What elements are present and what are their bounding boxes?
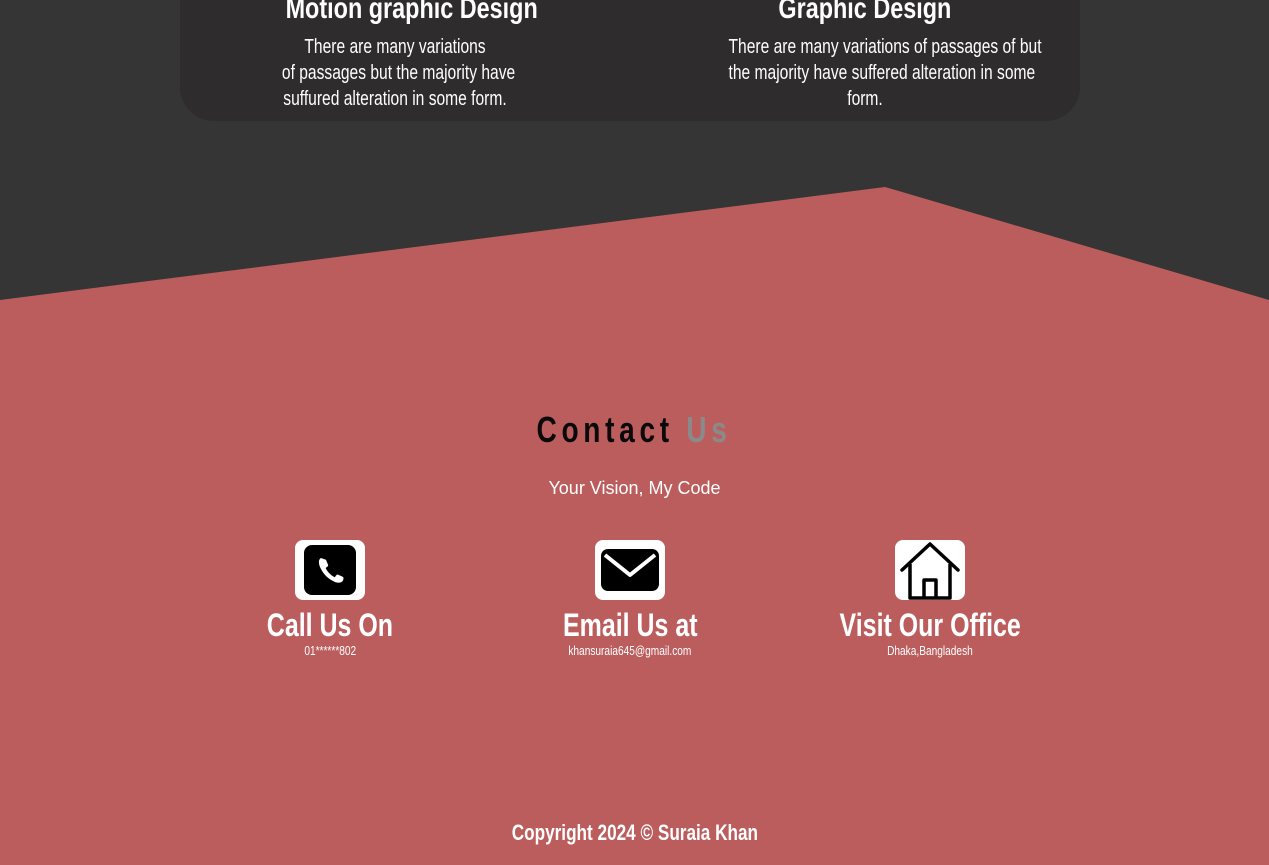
- email-address[interactable]: khansuraia645@gmail.com: [568, 644, 691, 658]
- service-desc-line: the majority have suffered alteration in…: [728, 62, 1036, 84]
- contact-heading-accent: Us: [686, 409, 733, 450]
- card-title-text: Call Us On: [266, 607, 394, 643]
- card-title: Visit Our Office: [810, 606, 1050, 644]
- card-value: 01******802: [210, 644, 450, 658]
- contact-heading: Contact Us: [0, 406, 1269, 454]
- card-value[interactable]: khansuraia645@gmail.com: [510, 644, 750, 658]
- phone-number: 01******802: [304, 643, 356, 658]
- service-desc-line: form.: [847, 88, 883, 110]
- service-desc-line: suffured alteration in some form.: [283, 88, 507, 110]
- services-card: Motion graphic Design There are many var…: [180, 0, 1080, 121]
- phone-icon[interactable]: [295, 540, 365, 600]
- card-value: Dhaka,Bangladesh: [810, 644, 1050, 658]
- office-address: Dhaka,Bangladesh: [887, 643, 973, 658]
- card-title: Email Us at: [510, 606, 750, 644]
- envelope-icon[interactable]: [595, 540, 665, 600]
- service-desc-line: There are many variations of passages of…: [728, 36, 1042, 58]
- card-title: Call Us On: [210, 606, 450, 644]
- contact-heading-main: Contact: [536, 409, 675, 450]
- service-title: Graphic Design: [690, 0, 1040, 26]
- service-title-text: Graphic Design: [778, 0, 952, 25]
- contact-card-phone: Call Us On 01******802: [210, 540, 450, 658]
- contact-background-shape: [0, 187, 1269, 865]
- copyright-text: Copyright 2024 © Suraia Khan: [511, 820, 758, 845]
- service-title: Motion graphic Design: [250, 0, 540, 26]
- service-desc-line: There are many variations: [304, 36, 486, 58]
- contact-card-office: Visit Our Office Dhaka,Bangladesh: [810, 540, 1050, 658]
- service-title-text: Motion graphic Design: [285, 0, 538, 25]
- contact-tagline: Your Vision, My Code: [548, 478, 721, 498]
- service-description: There are many variations of passages of…: [690, 34, 1042, 112]
- contact-card-email: Email Us at khansuraia645@gmail.com: [510, 540, 750, 658]
- card-title-text: Visit Our Office: [839, 607, 1021, 643]
- service-motion-graphic: Motion graphic Design There are many var…: [250, 0, 540, 112]
- footer-copyright: Copyright 2024 © Suraia Khan: [0, 820, 1269, 846]
- service-description: There are many variations of passages bu…: [250, 34, 540, 112]
- service-graphic-design: Graphic Design There are many variations…: [690, 0, 1042, 112]
- card-title-text: Email Us at: [562, 607, 698, 643]
- service-desc-line: of passages but the majority have: [281, 62, 516, 84]
- home-icon[interactable]: [895, 540, 965, 600]
